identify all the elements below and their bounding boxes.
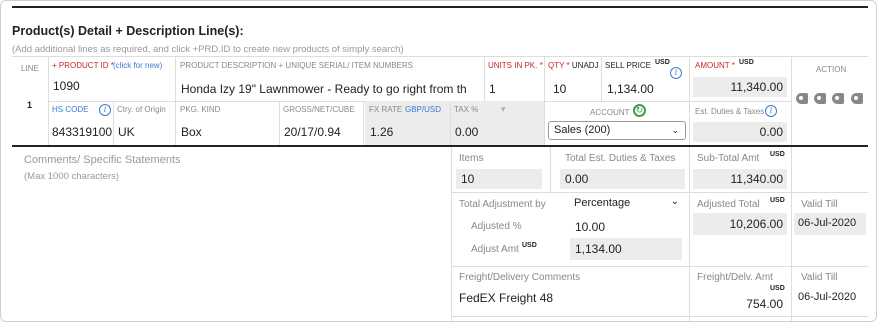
hs-code-label: HS CODE — [52, 105, 89, 114]
items-value: 10 — [461, 172, 475, 186]
tax-label: TAX % — [454, 105, 479, 114]
action-header: ACTION — [816, 65, 847, 74]
row-divider — [451, 316, 868, 317]
pkg-kind-label: PKG. KIND — [180, 105, 221, 114]
col-divider — [791, 147, 792, 321]
adjusted-pct-input[interactable]: 10.00 — [575, 220, 605, 234]
info-icon[interactable]: i — [670, 67, 682, 79]
copy-icon[interactable] — [851, 93, 863, 104]
gross-input[interactable]: 20/17/0.94 — [284, 125, 341, 139]
col-divider — [279, 101, 280, 146]
freight-amt-input[interactable]: 754.00 — [693, 297, 783, 311]
pkg-kind-input[interactable]: Box — [181, 125, 202, 139]
fx-pair: GBP/USD — [405, 105, 442, 114]
product-detail-panel: Product(s) Detail + Description Line(s):… — [0, 0, 877, 322]
comments-label: Comments/ Specific Statements — [24, 154, 181, 166]
valid-till-value: 06-Jul-2020 — [798, 217, 857, 229]
freight-valid-input[interactable]: 06-Jul-2020 — [798, 291, 856, 303]
adjusted-total-label: Adjusted Total — [697, 199, 760, 210]
adjust-amt-value: 1,134.00 — [575, 242, 622, 256]
account-select-value: Sales (200) — [554, 124, 611, 136]
section-subtitle: (Add additional lines as required, and c… — [12, 44, 404, 55]
adjusted-total-currency: USD — [770, 197, 785, 204]
description-label: PRODUCT DESCRIPTION + UNIQUE SERIAL/ ITE… — [180, 61, 413, 70]
chevron-down-icon: ⌄ — [671, 125, 679, 135]
adjust-amt-label: Adjust Amt — [471, 244, 519, 255]
qty-input[interactable]: 10 — [553, 82, 566, 96]
row-divider — [451, 192, 868, 193]
gross-label: GROSS/NET/CUBE — [283, 105, 355, 114]
chevron-down-icon[interactable]: ▾ — [501, 104, 506, 115]
copy-icon[interactable] — [814, 93, 826, 104]
row-divider — [451, 266, 868, 267]
col-divider — [113, 101, 114, 146]
sell-price-currency: USD — [655, 59, 670, 66]
col-divider — [484, 56, 485, 101]
duties-value: 0.00 — [759, 125, 783, 139]
subtotal-value: 11,340.00 — [730, 172, 784, 186]
adjust-amt-currency: USD — [522, 242, 537, 249]
adjust-by-value: Percentage — [574, 197, 631, 209]
col-divider — [175, 56, 176, 101]
col-divider — [689, 147, 690, 321]
amount-currency: USD — [739, 59, 754, 66]
adjust-by-label: Total Adjustment by — [459, 199, 546, 210]
info-icon[interactable]: i — [99, 104, 111, 116]
section-title: Product(s) Detail + Description Line(s): — [12, 24, 244, 38]
total-duties-label: Total Est. Duties & Taxes — [565, 153, 676, 164]
col-divider — [544, 56, 545, 101]
subtotal-label: Sub-Total Amt — [697, 153, 760, 164]
account-label: ACCOUNT — [590, 108, 630, 117]
copy-icon[interactable] — [796, 93, 808, 104]
new-product-link[interactable]: (click for new) — [113, 61, 162, 70]
chevron-down-icon: ⌄ — [670, 196, 679, 207]
line-table-top — [12, 56, 868, 57]
origin-input[interactable]: UK — [118, 125, 135, 139]
col-divider — [363, 101, 364, 146]
total-duties-value: 0.00 — [565, 172, 589, 186]
adjust-by-select[interactable]: Percentage ⌄ — [567, 196, 685, 212]
col-divider — [550, 147, 551, 192]
sell-price-label: SELL PRICE — [605, 61, 651, 70]
sell-price-input[interactable]: 1,134.00 — [607, 82, 654, 96]
col-divider — [544, 101, 545, 146]
comments-hint: (Max 1000 characters) — [24, 171, 120, 182]
amount-label: AMOUNT * — [695, 61, 735, 70]
items-label: Items — [459, 153, 484, 164]
info-icon[interactable]: i — [765, 105, 777, 117]
units-label: UNITS IN PK. * — [488, 61, 543, 70]
col-divider — [175, 101, 176, 146]
units-input[interactable]: 1 — [489, 82, 496, 96]
copy-icon[interactable] — [832, 93, 844, 104]
freight-comments-label: Freight/Delivery Comments — [459, 272, 581, 283]
section-divider — [12, 145, 868, 147]
hs-code-input[interactable]: 843319100 — [52, 125, 112, 139]
line-header: LINE — [21, 64, 39, 73]
product-id-input[interactable]: 1090 — [53, 79, 80, 93]
line-number: 1 — [27, 100, 33, 110]
fx-value: 1.26 — [370, 125, 394, 139]
col-divider — [451, 147, 452, 321]
tax-value: 0.00 — [455, 125, 479, 139]
adjusted-pct-label: Adjusted % — [471, 221, 522, 232]
refresh-icon[interactable]: ↻ — [633, 104, 646, 117]
fx-label: FX RATE — [369, 105, 403, 114]
description-input[interactable]: Honda Izy 19" Lawnmower - Ready to go ri… — [181, 82, 467, 96]
top-divider — [12, 6, 868, 8]
product-id-label: + PRODUCT ID * — [52, 61, 114, 70]
origin-label: Ctry. of Origin — [117, 105, 166, 114]
amount-value: 11,340.00 — [730, 80, 784, 94]
valid-till-label: Valid Till — [801, 199, 838, 210]
duties-label: Est. Duties & Taxes — [695, 107, 765, 116]
account-select[interactable]: Sales (200) ⌄ — [548, 121, 686, 140]
col-divider — [601, 56, 602, 101]
adjusted-total-value: 10,206.00 — [729, 217, 783, 231]
freight-comments-input[interactable]: FedEX Freight 48 — [459, 291, 553, 305]
freight-amt-currency: USD — [770, 285, 785, 292]
freight-amt-label: Freight/Delv. Amt — [697, 272, 773, 283]
col-divider — [791, 56, 792, 146]
qty-label: QTY * UNADJ — [548, 61, 599, 70]
subtotal-currency: USD — [770, 151, 785, 158]
freight-valid-label: Valid Till — [801, 272, 838, 283]
